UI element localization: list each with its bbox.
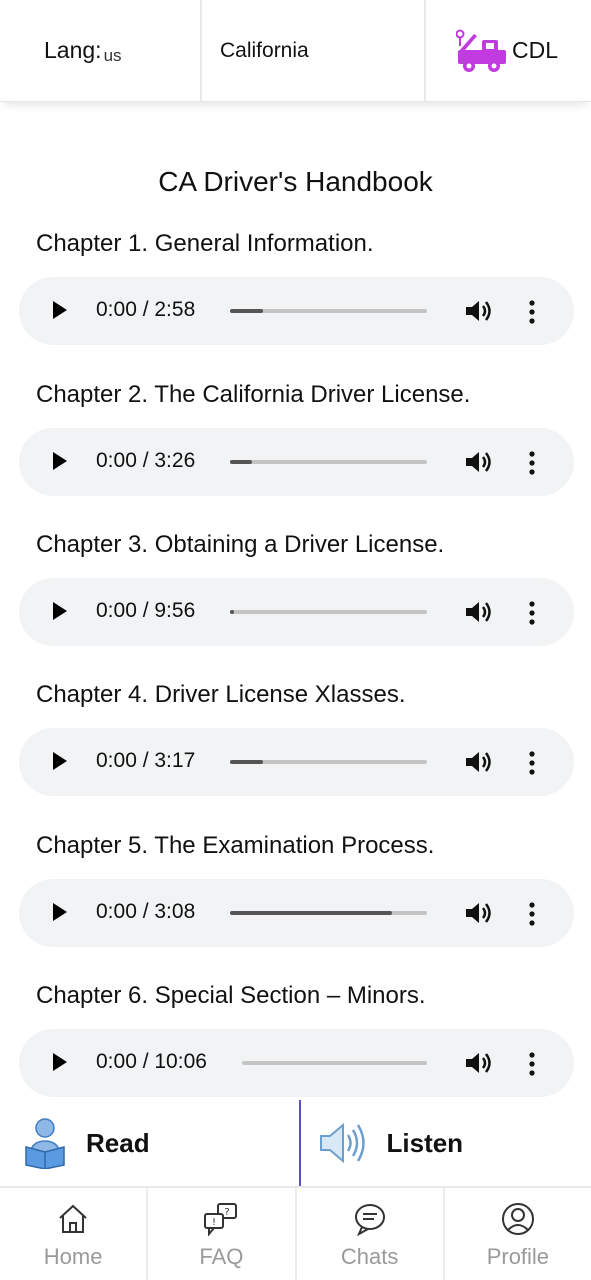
seek-bar-fill: [230, 309, 264, 313]
play-button[interactable]: [53, 1053, 67, 1071]
time-display: 0:00 / 3:08: [96, 900, 196, 923]
play-button[interactable]: [53, 602, 67, 620]
audio-player: 0:00 / 3:08: [19, 879, 574, 947]
main-content: CA Driver's Handbook Chapter 1. General …: [0, 102, 591, 1100]
reader-icon: [25, 1118, 65, 1169]
chapter-title: Chapter 1. General Information.: [36, 230, 374, 257]
time-display: 0:00 / 3:17: [96, 749, 196, 772]
audio-player: 0:00 / 10:06: [19, 1029, 574, 1097]
svg-text:!: !: [212, 1217, 216, 1228]
time-display: 0:00 / 10:06: [96, 1050, 207, 1073]
faq-icon: ?!: [204, 1203, 238, 1236]
chapter-1: Chapter 1. General Information. 0:00 / 2…: [0, 230, 591, 380]
volume-icon[interactable]: [464, 749, 494, 775]
seek-bar[interactable]: [230, 760, 427, 764]
home-icon: [59, 1204, 87, 1233]
top-bar: Lang: us California CDL: [0, 0, 591, 102]
audio-player: 0:00 / 3:26: [19, 428, 574, 496]
more-options-icon[interactable]: [527, 901, 537, 927]
volume-icon[interactable]: [464, 599, 494, 625]
chapter-3: Chapter 3. Obtaining a Driver License. 0…: [0, 531, 591, 681]
nav-home[interactable]: Home: [0, 1188, 149, 1280]
chapter-4: Chapter 4. Driver License Xlasses. 0:00 …: [0, 681, 591, 831]
volume-icon[interactable]: [464, 298, 494, 324]
seek-bar-fill: [230, 610, 234, 614]
audio-player: 0:00 / 3:17: [19, 728, 574, 796]
nav-profile[interactable]: Profile: [445, 1188, 591, 1280]
more-options-icon[interactable]: [527, 750, 537, 776]
play-button[interactable]: [53, 903, 67, 921]
nav-chats-label: Chats: [340, 1244, 399, 1269]
page-title: CA Driver's Handbook: [158, 166, 433, 197]
more-options-icon[interactable]: [527, 1051, 537, 1077]
nav-faq-label: FAQ: [199, 1244, 244, 1269]
chapter-title: Chapter 5. The Examination Process.: [36, 832, 435, 859]
time-display: 0:00 / 9:56: [96, 599, 196, 622]
volume-icon[interactable]: [464, 900, 494, 926]
chapter-title: Chapter 4. Driver License Xlasses.: [36, 681, 406, 708]
chapter-2: Chapter 2. The California Driver License…: [0, 381, 591, 531]
chapter-5: Chapter 5. The Examination Process. 0:00…: [0, 832, 591, 982]
play-button[interactable]: [53, 301, 67, 319]
audio-player: 0:00 / 9:56: [19, 578, 574, 646]
language-code: us: [103, 45, 122, 65]
mode-toggle-bar: Read Listen: [0, 1100, 591, 1186]
bottom-nav: Home ?! FAQ Chats Profile: [0, 1186, 591, 1280]
audio-player: 0:00 / 2:58: [19, 277, 574, 345]
more-options-icon[interactable]: [527, 600, 537, 626]
chapter-title: Chapter 2. The California Driver License…: [36, 381, 471, 408]
state-selector[interactable]: California: [202, 0, 426, 101]
seek-bar[interactable]: [230, 460, 427, 464]
seek-bar-fill: [230, 460, 252, 464]
read-button[interactable]: Read: [0, 1100, 301, 1186]
more-options-icon[interactable]: [527, 450, 537, 476]
chapter-title: Chapter 6. Special Section – Minors.: [36, 982, 426, 1009]
language-label: Lang:: [44, 37, 102, 63]
seek-bar[interactable]: [230, 309, 427, 313]
listen-button[interactable]: Listen: [301, 1100, 591, 1186]
more-options-icon[interactable]: [527, 299, 537, 325]
listen-label: Listen: [386, 1127, 464, 1158]
cdl-button[interactable]: CDL: [426, 0, 591, 101]
seek-bar-fill: [230, 911, 392, 915]
time-display: 0:00 / 3:26: [96, 449, 196, 472]
state-label: California: [220, 38, 309, 62]
nav-chats[interactable]: Chats: [297, 1188, 445, 1280]
play-button[interactable]: [53, 752, 67, 770]
nav-faq[interactable]: ?! FAQ: [148, 1188, 297, 1280]
chat-icon: [354, 1204, 385, 1236]
tow-truck-icon: [456, 29, 506, 72]
volume-icon[interactable]: [464, 1050, 494, 1076]
profile-icon: [501, 1203, 534, 1235]
seek-bar-fill: [230, 760, 264, 764]
seek-bar[interactable]: [230, 610, 427, 614]
svg-text:?: ?: [225, 1207, 230, 1218]
cdl-label: CDL: [512, 37, 559, 63]
speaker-icon: [319, 1122, 365, 1164]
nav-home-label: Home: [43, 1244, 103, 1269]
play-button[interactable]: [53, 452, 67, 470]
seek-bar[interactable]: [230, 911, 427, 915]
volume-icon[interactable]: [464, 449, 494, 475]
nav-profile-label: Profile: [486, 1244, 550, 1269]
seek-bar[interactable]: [242, 1061, 427, 1065]
language-selector[interactable]: Lang: us: [0, 0, 202, 101]
read-label: Read: [86, 1127, 150, 1158]
chapter-title: Chapter 3. Obtaining a Driver License.: [36, 531, 445, 558]
time-display: 0:00 / 2:58: [96, 298, 196, 321]
